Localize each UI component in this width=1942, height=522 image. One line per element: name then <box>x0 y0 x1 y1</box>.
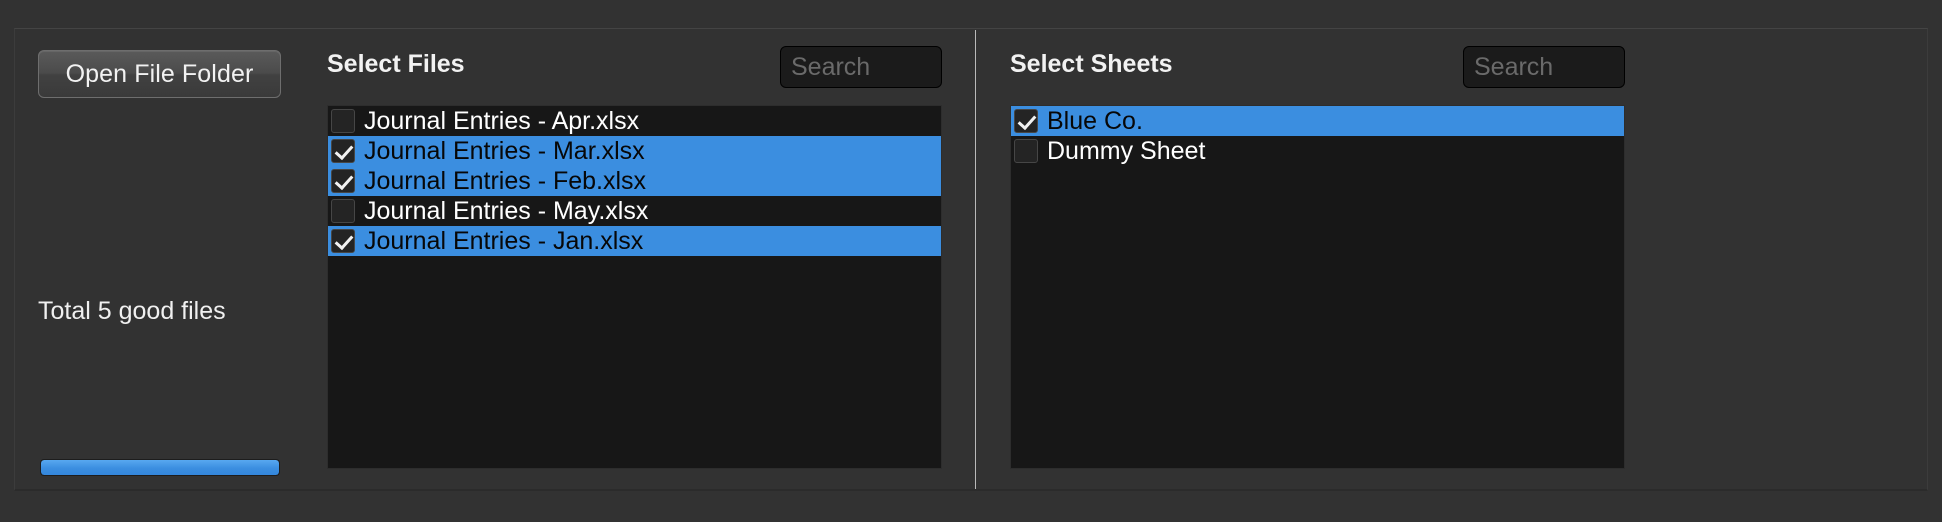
file-row[interactable]: Journal Entries - Jan.xlsx <box>328 226 941 256</box>
sheets-search-input[interactable] <box>1463 46 1625 88</box>
sheet-row[interactable]: Dummy Sheet <box>1011 136 1624 166</box>
panel-divider <box>975 30 976 489</box>
files-list[interactable]: Journal Entries - Apr.xlsx Journal Entrie… <box>327 105 942 469</box>
file-row-label: Journal Entries - May.xlsx <box>364 197 649 225</box>
file-row[interactable]: Journal Entries - May.xlsx <box>328 196 941 226</box>
checkbox-unchecked-icon[interactable] <box>331 199 355 223</box>
checkbox-unchecked-icon[interactable] <box>331 109 355 133</box>
file-sheet-picker-window: Open File Folder Total 5 good files Sele… <box>0 0 1942 522</box>
checkbox-checked-icon[interactable] <box>331 169 355 193</box>
open-file-folder-button[interactable]: Open File Folder <box>38 50 281 98</box>
checkbox-checked-icon[interactable] <box>331 229 355 253</box>
files-search-input[interactable] <box>780 46 942 88</box>
file-row-label: Journal Entries - Apr.xlsx <box>364 107 640 135</box>
file-row-label: Journal Entries - Jan.xlsx <box>364 227 644 255</box>
sheet-row-label: Dummy Sheet <box>1047 137 1206 165</box>
file-row[interactable]: Journal Entries - Feb.xlsx <box>328 166 941 196</box>
checkbox-checked-icon[interactable] <box>1014 109 1038 133</box>
select-files-title: Select Files <box>327 50 465 78</box>
left-control-column: Open File Folder Total 5 good files <box>38 50 283 476</box>
total-good-files-label: Total 5 good files <box>38 297 226 325</box>
sheets-list[interactable]: Blue Co. Dummy Sheet <box>1010 105 1625 469</box>
file-row[interactable]: Journal Entries - Mar.xlsx <box>328 136 941 166</box>
select-sheets-title: Select Sheets <box>1010 50 1173 78</box>
file-row[interactable]: Journal Entries - Apr.xlsx <box>328 106 941 136</box>
main-group-box <box>14 28 1928 491</box>
file-row-label: Journal Entries - Mar.xlsx <box>364 137 645 165</box>
load-progress-bar <box>40 459 280 476</box>
file-row-label: Journal Entries - Feb.xlsx <box>364 167 647 195</box>
load-progress-fill <box>41 460 279 475</box>
checkbox-unchecked-icon[interactable] <box>1014 139 1038 163</box>
sheet-row[interactable]: Blue Co. <box>1011 106 1624 136</box>
sheet-row-label: Blue Co. <box>1047 107 1143 135</box>
checkbox-checked-icon[interactable] <box>331 139 355 163</box>
